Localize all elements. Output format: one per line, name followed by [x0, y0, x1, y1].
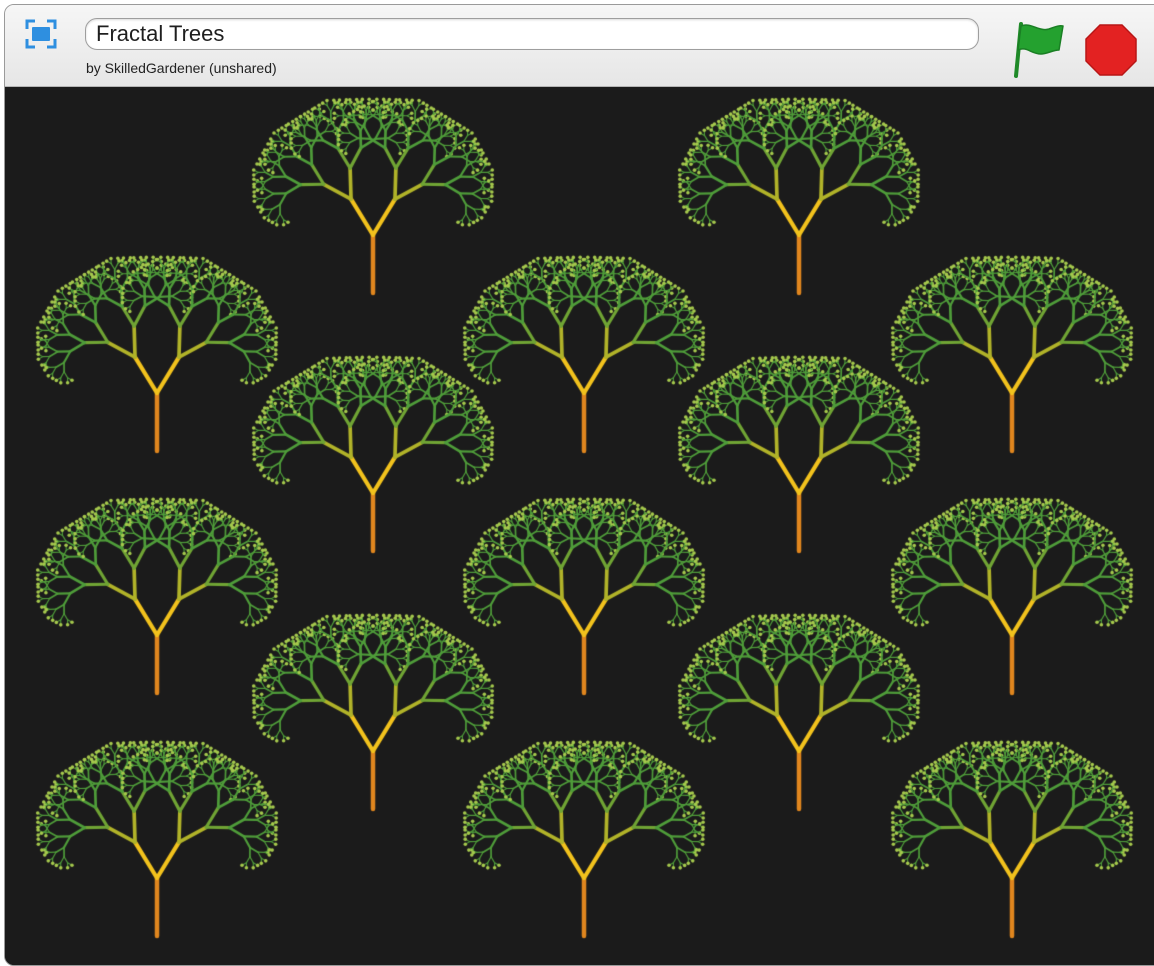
green-flag-icon[interactable]: [1013, 20, 1067, 78]
project-header: Fractal Trees by SkilledGardener (unshar…: [5, 5, 1154, 87]
project-player-window: Fractal Trees by SkilledGardener (unshar…: [4, 4, 1154, 966]
project-title-field[interactable]: Fractal Trees: [85, 18, 979, 50]
fractal-trees-canvas: [5, 87, 1154, 965]
stop-sign-icon[interactable]: [1085, 24, 1137, 76]
project-stage[interactable]: [5, 87, 1154, 965]
author-line: by SkilledGardener (unshared): [86, 60, 277, 76]
fullscreen-icon[interactable]: [25, 18, 57, 50]
